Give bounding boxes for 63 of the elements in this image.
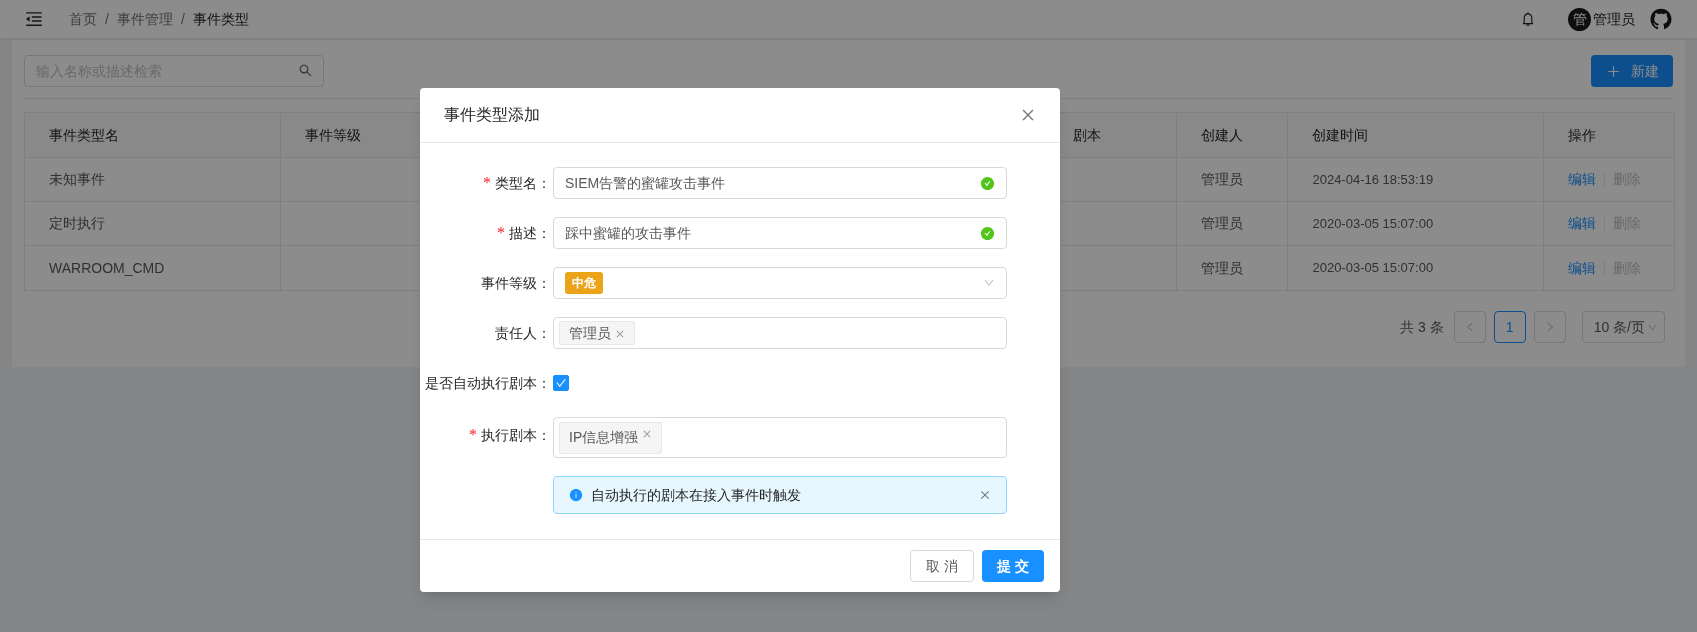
tag-select-field[interactable]: IP信息增强 bbox=[553, 417, 1007, 458]
field-label: 责任人： bbox=[495, 323, 551, 343]
breadcrumb-separator: / bbox=[180, 9, 185, 29]
page-button[interactable]: 1 bbox=[1493, 311, 1526, 343]
table-cell-text: 定时执行 bbox=[49, 214, 105, 233]
table-cell-text: 管理员 bbox=[1200, 258, 1243, 278]
menu-fold-icon[interactable] bbox=[24, 9, 44, 29]
caret-icon bbox=[983, 277, 995, 289]
column-header: 创建时间 bbox=[1312, 125, 1369, 145]
breadcrumb-link[interactable]: 事件管理 bbox=[116, 8, 173, 30]
remove-icon[interactable] bbox=[615, 329, 625, 339]
table-cell-text: 未知事件 bbox=[49, 170, 105, 189]
cancel-button[interactable]: 取 消 bbox=[910, 550, 975, 582]
page-size-select[interactable]: 10 条/页 bbox=[1581, 311, 1665, 343]
field-label: 执行剧本： bbox=[481, 425, 551, 445]
table-cell-text: WARROOM_CMD bbox=[49, 258, 165, 278]
field-label: 类型名： bbox=[495, 173, 551, 193]
close-icon[interactable] bbox=[1020, 107, 1036, 123]
github-icon[interactable] bbox=[1649, 7, 1673, 31]
column-header: 事件类型名 bbox=[49, 125, 119, 145]
dialog-title: 事件类型添加 bbox=[444, 105, 540, 125]
plus-icon bbox=[1605, 63, 1621, 79]
required-mark: * bbox=[483, 173, 491, 193]
table-cell-text: 管理员 bbox=[1200, 170, 1243, 189]
breadcrumb-separator: / bbox=[105, 9, 109, 29]
breadcrumb-link[interactable]: 首页 bbox=[69, 8, 97, 30]
breadcrumb-current: 事件类型 bbox=[192, 9, 249, 29]
edit-link[interactable]: 编辑 bbox=[1568, 213, 1597, 234]
text-field[interactable]: SIEM告警的蜜罐攻击事件 bbox=[553, 167, 1007, 199]
info-icon bbox=[569, 488, 583, 502]
table-cell-text: 管理员 bbox=[1200, 214, 1243, 233]
field-label: 是否自动执行剧本： bbox=[425, 373, 551, 393]
selected-tag: 管理员 bbox=[559, 321, 635, 345]
close-icon[interactable] bbox=[979, 489, 991, 501]
edit-link[interactable]: 编辑 bbox=[1568, 257, 1597, 279]
user-name[interactable]: 管理员 bbox=[1593, 8, 1635, 30]
total-count: 共 3 条 bbox=[1400, 317, 1444, 337]
checkbox[interactable] bbox=[553, 375, 569, 391]
alert-message: 自动执行的剧本在接入事件时触发 bbox=[591, 485, 801, 505]
table-cell-text: 2020-03-05 15:07:00 bbox=[1312, 214, 1434, 233]
search-icon[interactable] bbox=[298, 63, 313, 78]
submit-button[interactable]: 提 交 bbox=[982, 550, 1044, 582]
required-mark: * bbox=[469, 425, 477, 445]
level-tag: 中危 bbox=[565, 272, 603, 294]
notification-icon[interactable] bbox=[1520, 11, 1536, 27]
column-header: 创建人 bbox=[1200, 125, 1243, 145]
select-field[interactable]: 中危 bbox=[553, 267, 1007, 299]
column-header: 剧本 bbox=[1072, 125, 1101, 145]
tag-select-field[interactable]: 管理员 bbox=[553, 317, 1007, 349]
selected-tag: IP信息增强 bbox=[559, 422, 663, 454]
column-header: 事件等级 bbox=[304, 125, 361, 145]
edit-link[interactable]: 编辑 bbox=[1568, 169, 1597, 190]
table-cell-text: 2024-04-16 18:53:19 bbox=[1312, 170, 1434, 189]
field-label: 描述： bbox=[509, 223, 551, 243]
table-cell-text: 2020-03-05 15:07:00 bbox=[1312, 259, 1434, 278]
field-label: 事件等级： bbox=[481, 273, 551, 293]
check-icon bbox=[555, 377, 567, 389]
new-button[interactable]: 新建 bbox=[1591, 55, 1673, 87]
user-avatar[interactable]: 管 bbox=[1568, 7, 1591, 31]
text-field[interactable]: 踩中蜜罐的攻击事件 bbox=[553, 217, 1007, 249]
remove-icon[interactable] bbox=[642, 429, 653, 439]
column-header: 操作 bbox=[1568, 125, 1597, 145]
required-mark: * bbox=[497, 223, 505, 243]
